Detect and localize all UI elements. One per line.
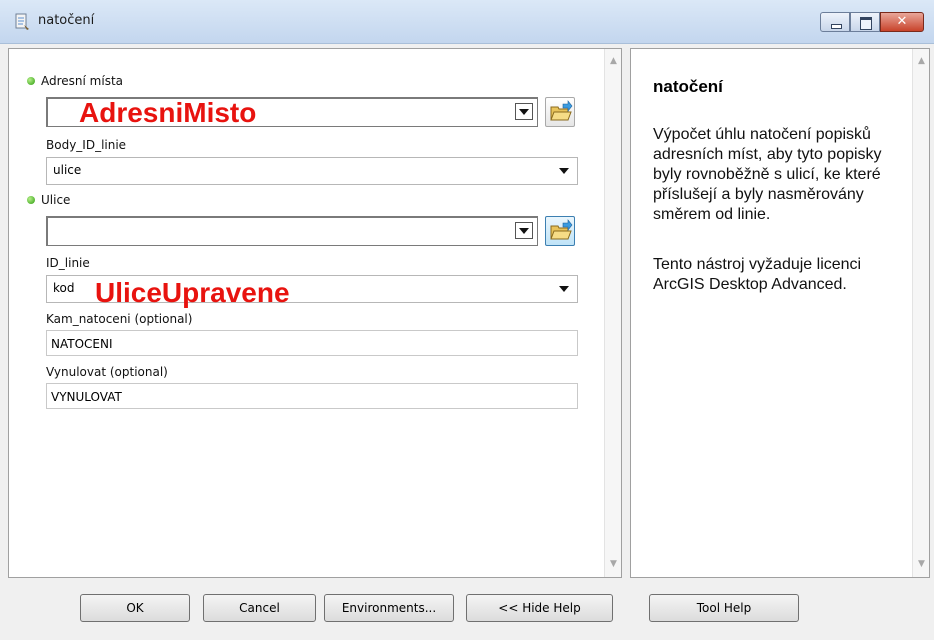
window-title: natočení — [38, 13, 95, 28]
kam-natoceni-input[interactable]: NATOCENI — [46, 330, 578, 356]
required-dot-icon — [27, 77, 35, 85]
open-folder-icon — [550, 100, 573, 121]
ulice-browse-button[interactable] — [545, 216, 575, 246]
open-folder-icon — [550, 219, 573, 240]
minimize-icon — [821, 13, 849, 31]
close-button[interactable]: ✕ — [880, 12, 924, 32]
dropdown-arrow-icon[interactable] — [515, 222, 533, 239]
ok-button[interactable]: OK — [80, 594, 190, 622]
overlay-annotation-uliceupravene: UliceUpravene — [95, 277, 290, 308]
environments-button[interactable]: Environments... — [324, 594, 454, 622]
body-id-linie-label: Body_ID_linie — [46, 138, 127, 152]
scroll-up-icon[interactable]: ▲ — [913, 53, 930, 70]
maximize-button[interactable] — [850, 12, 880, 32]
body-id-linie-select[interactable]: ulice — [46, 157, 578, 185]
help-pane: natočení Výpočet úhlu natočení popisků a… — [630, 48, 930, 578]
tool-script-icon — [15, 13, 29, 30]
ulice-dropdown[interactable] — [46, 216, 538, 246]
vynulovat-value: VYNULOVAT — [51, 390, 122, 404]
hide-help-button[interactable]: << Hide Help — [466, 594, 613, 622]
dropdown-arrow-icon[interactable] — [515, 103, 533, 120]
vynulovat-label: Vynulovat (optional) — [46, 365, 168, 379]
help-title: natočení — [653, 77, 723, 96]
minimize-button[interactable] — [820, 12, 850, 32]
required-dot-icon — [27, 196, 35, 204]
adresni-mista-browse-button[interactable] — [545, 97, 575, 127]
parameters-pane: Adresní místa AdresniMisto Body_ID_linie… — [8, 48, 622, 578]
id-linie-label: ID_linie — [46, 256, 90, 270]
help-scrollbar[interactable]: ▲ ▼ — [912, 49, 929, 577]
ulice-label-text: Ulice — [41, 193, 71, 207]
window-controls: ✕ — [820, 12, 924, 32]
parameters-scrollbar[interactable]: ▲ ▼ — [604, 49, 621, 577]
title-bar: natočení ✕ — [0, 0, 934, 44]
adresni-mista-label: Adresní místa — [27, 74, 123, 88]
scroll-up-icon[interactable]: ▲ — [605, 53, 622, 70]
help-paragraph-1: Výpočet úhlu natočení popisků adresních … — [653, 126, 882, 223]
kam-natoceni-value: NATOCENI — [51, 337, 113, 351]
adresni-mista-label-text: Adresní místa — [41, 74, 124, 88]
help-paragraph-2: Tento nástroj vyžaduje licenci ArcGIS De… — [653, 256, 862, 293]
id-linie-value: kod — [53, 281, 75, 295]
kam-natoceni-label: Kam_natoceni (optional) — [46, 312, 193, 326]
cancel-button[interactable]: Cancel — [203, 594, 316, 622]
chevron-down-icon — [559, 286, 569, 292]
body-id-linie-value: ulice — [53, 163, 82, 177]
tool-help-button[interactable]: Tool Help — [649, 594, 799, 622]
scroll-down-icon[interactable]: ▼ — [605, 556, 622, 573]
maximize-icon — [851, 13, 879, 31]
ulice-label: Ulice — [27, 193, 70, 207]
vynulovat-input[interactable]: VYNULOVAT — [46, 383, 578, 409]
scroll-down-icon[interactable]: ▼ — [913, 556, 930, 573]
overlay-annotation-adresnimisto: AdresniMisto — [79, 97, 257, 128]
help-body: Výpočet úhlu natočení popisků adresních … — [653, 125, 908, 325]
chevron-down-icon — [559, 168, 569, 174]
close-icon: ✕ — [896, 14, 908, 29]
